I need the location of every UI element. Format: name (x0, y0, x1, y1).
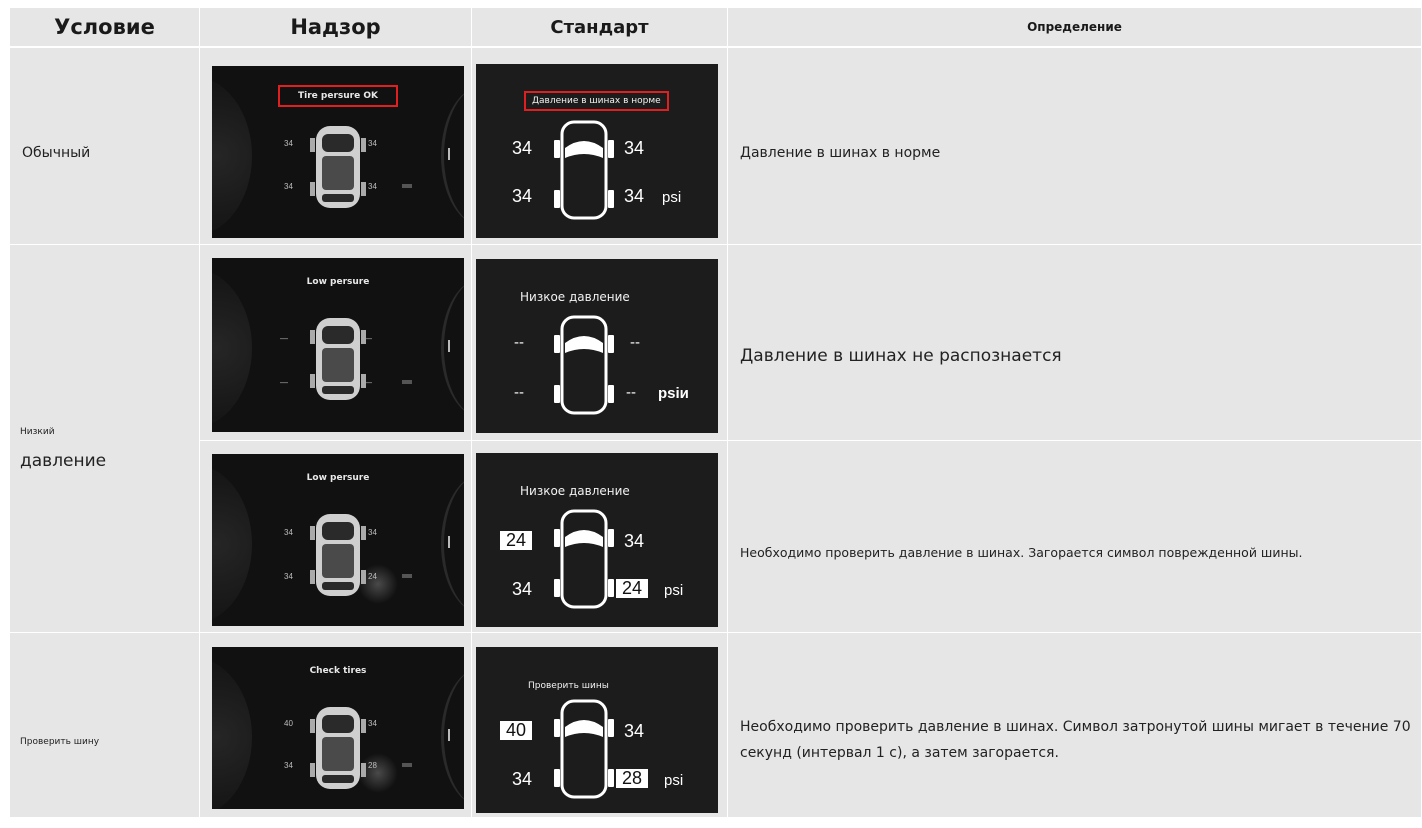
monitor-normal-fl: 34 (284, 139, 293, 148)
standard-screen-low1: Низкое давление -- -- -- -- psiи (476, 259, 718, 433)
standard-low1-title: Низкое давление (520, 290, 630, 304)
standard-low2-fl: 24 (500, 531, 533, 550)
definition-low1-text: Давление в шинах не распознается (740, 346, 1062, 366)
standard-screen-normal: Давление в шинах в норме 34 34 34 34 psi (476, 64, 718, 238)
monitor-low2-fl: 34 (284, 528, 293, 537)
row-check-definition: Необходимо проверить давление в шинах. С… (728, 633, 1422, 818)
car-outline-icon (554, 315, 614, 415)
row-normal-condition: Обычный (10, 48, 200, 245)
row-normal-standard-cell: Давление в шинах в норме 34 34 34 34 psi (472, 48, 728, 245)
standard-normal-fl: 34 (512, 138, 533, 158)
header-condition: Условие (10, 8, 200, 48)
monitor-check-fl: 40 (284, 719, 293, 728)
row-check-monitor-cell: Check tires 40 34 34 28 (200, 633, 472, 818)
condition-check-label: Проверить шину (20, 737, 100, 747)
standard-check-rr: 28 (616, 769, 649, 788)
monitor-low2-rl: 34 (284, 572, 293, 581)
standard-low1-rr: -- (626, 384, 636, 401)
condition-low-small-label: Низкий (20, 427, 55, 437)
monitor-low2-rr: 24 (368, 572, 377, 581)
monitor-check-title: Check tires (309, 666, 367, 676)
definition-low2-text: Необходимо проверить давление в шинах. З… (740, 545, 1303, 560)
standard-low1-rl: -- (514, 384, 524, 401)
monitor-check-rl: 34 (284, 761, 293, 770)
row-normal-monitor-cell: Tire persure OK 34 34 34 34 (200, 48, 472, 245)
monitor-screen-normal: Tire persure OK 34 34 34 34 (212, 66, 464, 238)
standard-low2-rr: 24 (616, 579, 649, 598)
definition-check-text: Необходимо проверить давление в шинах. С… (740, 719, 1411, 761)
row-low2-definition: Необходимо проверить давление в шинах. З… (728, 441, 1422, 633)
standard-screen-low2: Низкое давление 24 34 34 24 psi (476, 453, 718, 627)
monitor-screen-low2: Low persure 34 34 34 24 (212, 454, 464, 626)
standard-normal-title: Давление в шинах в норме (524, 91, 669, 111)
car-outline-icon (554, 120, 614, 220)
standard-check-fr: 34 (624, 721, 645, 741)
standard-check-unit: psi (664, 772, 684, 789)
car-topview-icon (310, 126, 366, 208)
standard-check-title: Проверить шины (528, 681, 609, 691)
condition-normal-label: Обычный (22, 145, 91, 161)
tpms-condition-table: Условие Надзор Стандарт Определение Обыч… (10, 8, 1422, 818)
row-low1-standard-cell: Низкое давление -- -- -- -- psiи (472, 245, 728, 441)
standard-low1-fl: -- (514, 334, 524, 351)
row-low2-standard-cell: Низкое давление 24 34 34 24 psi (472, 441, 728, 633)
row-low2-monitor-cell: Low persure 34 34 34 24 (200, 441, 472, 633)
monitor-check-fr: 34 (368, 719, 377, 728)
row-check-standard-cell: Проверить шины 40 34 34 28 psi (472, 633, 728, 818)
standard-low1-unit: psiи (658, 385, 689, 402)
header-standard: Стандарт (472, 8, 728, 48)
standard-check-fl: 40 (500, 721, 533, 740)
standard-low2-rl: 34 (512, 579, 533, 599)
monitor-screen-low1: Low persure — — — — (212, 258, 464, 432)
standard-low1-fr: -- (630, 334, 640, 351)
monitor-low1-rl: — (280, 378, 288, 387)
monitor-normal-fr: 34 (368, 139, 377, 148)
standard-low2-unit: psi (664, 582, 684, 599)
standard-normal-unit: psi (662, 189, 682, 206)
header-definition-label: Определение (1027, 20, 1122, 34)
row-check-condition: Проверить шину (10, 633, 200, 818)
standard-low2-fr: 34 (624, 531, 645, 551)
monitor-low1-fl: — (280, 334, 288, 343)
header-condition-label: Условие (54, 15, 155, 39)
monitor-normal-title: Tire persure OK (212, 85, 464, 107)
standard-normal-rr: 34 (624, 186, 645, 206)
car-outline-icon (554, 699, 614, 799)
row-low-condition: Низкий давление (10, 245, 200, 633)
monitor-check-rr: 28 (368, 761, 377, 770)
definition-normal-text: Давление в шинах в норме (740, 145, 941, 161)
row-low1-monitor-cell: Low persure — — — — (200, 245, 472, 441)
header-monitor-label: Надзор (290, 15, 381, 39)
standard-screen-check: Проверить шины 40 34 34 28 psi (476, 647, 718, 813)
car-topview-icon (310, 318, 366, 400)
header-monitor: Надзор (200, 8, 472, 48)
standard-check-rl: 34 (512, 769, 533, 789)
standard-normal-fr: 34 (624, 138, 645, 158)
monitor-normal-rl: 34 (284, 182, 293, 191)
row-normal-definition: Давление в шинах в норме (728, 48, 1422, 245)
standard-normal-rl: 34 (512, 186, 533, 206)
monitor-screen-check: Check tires 40 34 34 28 (212, 647, 464, 809)
row-low1-definition: Давление в шинах не распознается (728, 245, 1422, 441)
standard-low2-title: Низкое давление (520, 484, 630, 498)
monitor-low1-title: Low persure (306, 277, 370, 287)
header-definition: Определение (728, 8, 1422, 48)
header-standard-label: Стандарт (550, 16, 649, 38)
car-topview-icon (310, 514, 366, 596)
car-topview-icon (310, 707, 366, 789)
car-outline-icon (554, 509, 614, 609)
condition-low-large-label: давление (20, 451, 107, 471)
monitor-low2-title: Low persure (306, 473, 370, 483)
monitor-low2-fr: 34 (368, 528, 377, 537)
monitor-normal-rr: 34 (368, 182, 377, 191)
